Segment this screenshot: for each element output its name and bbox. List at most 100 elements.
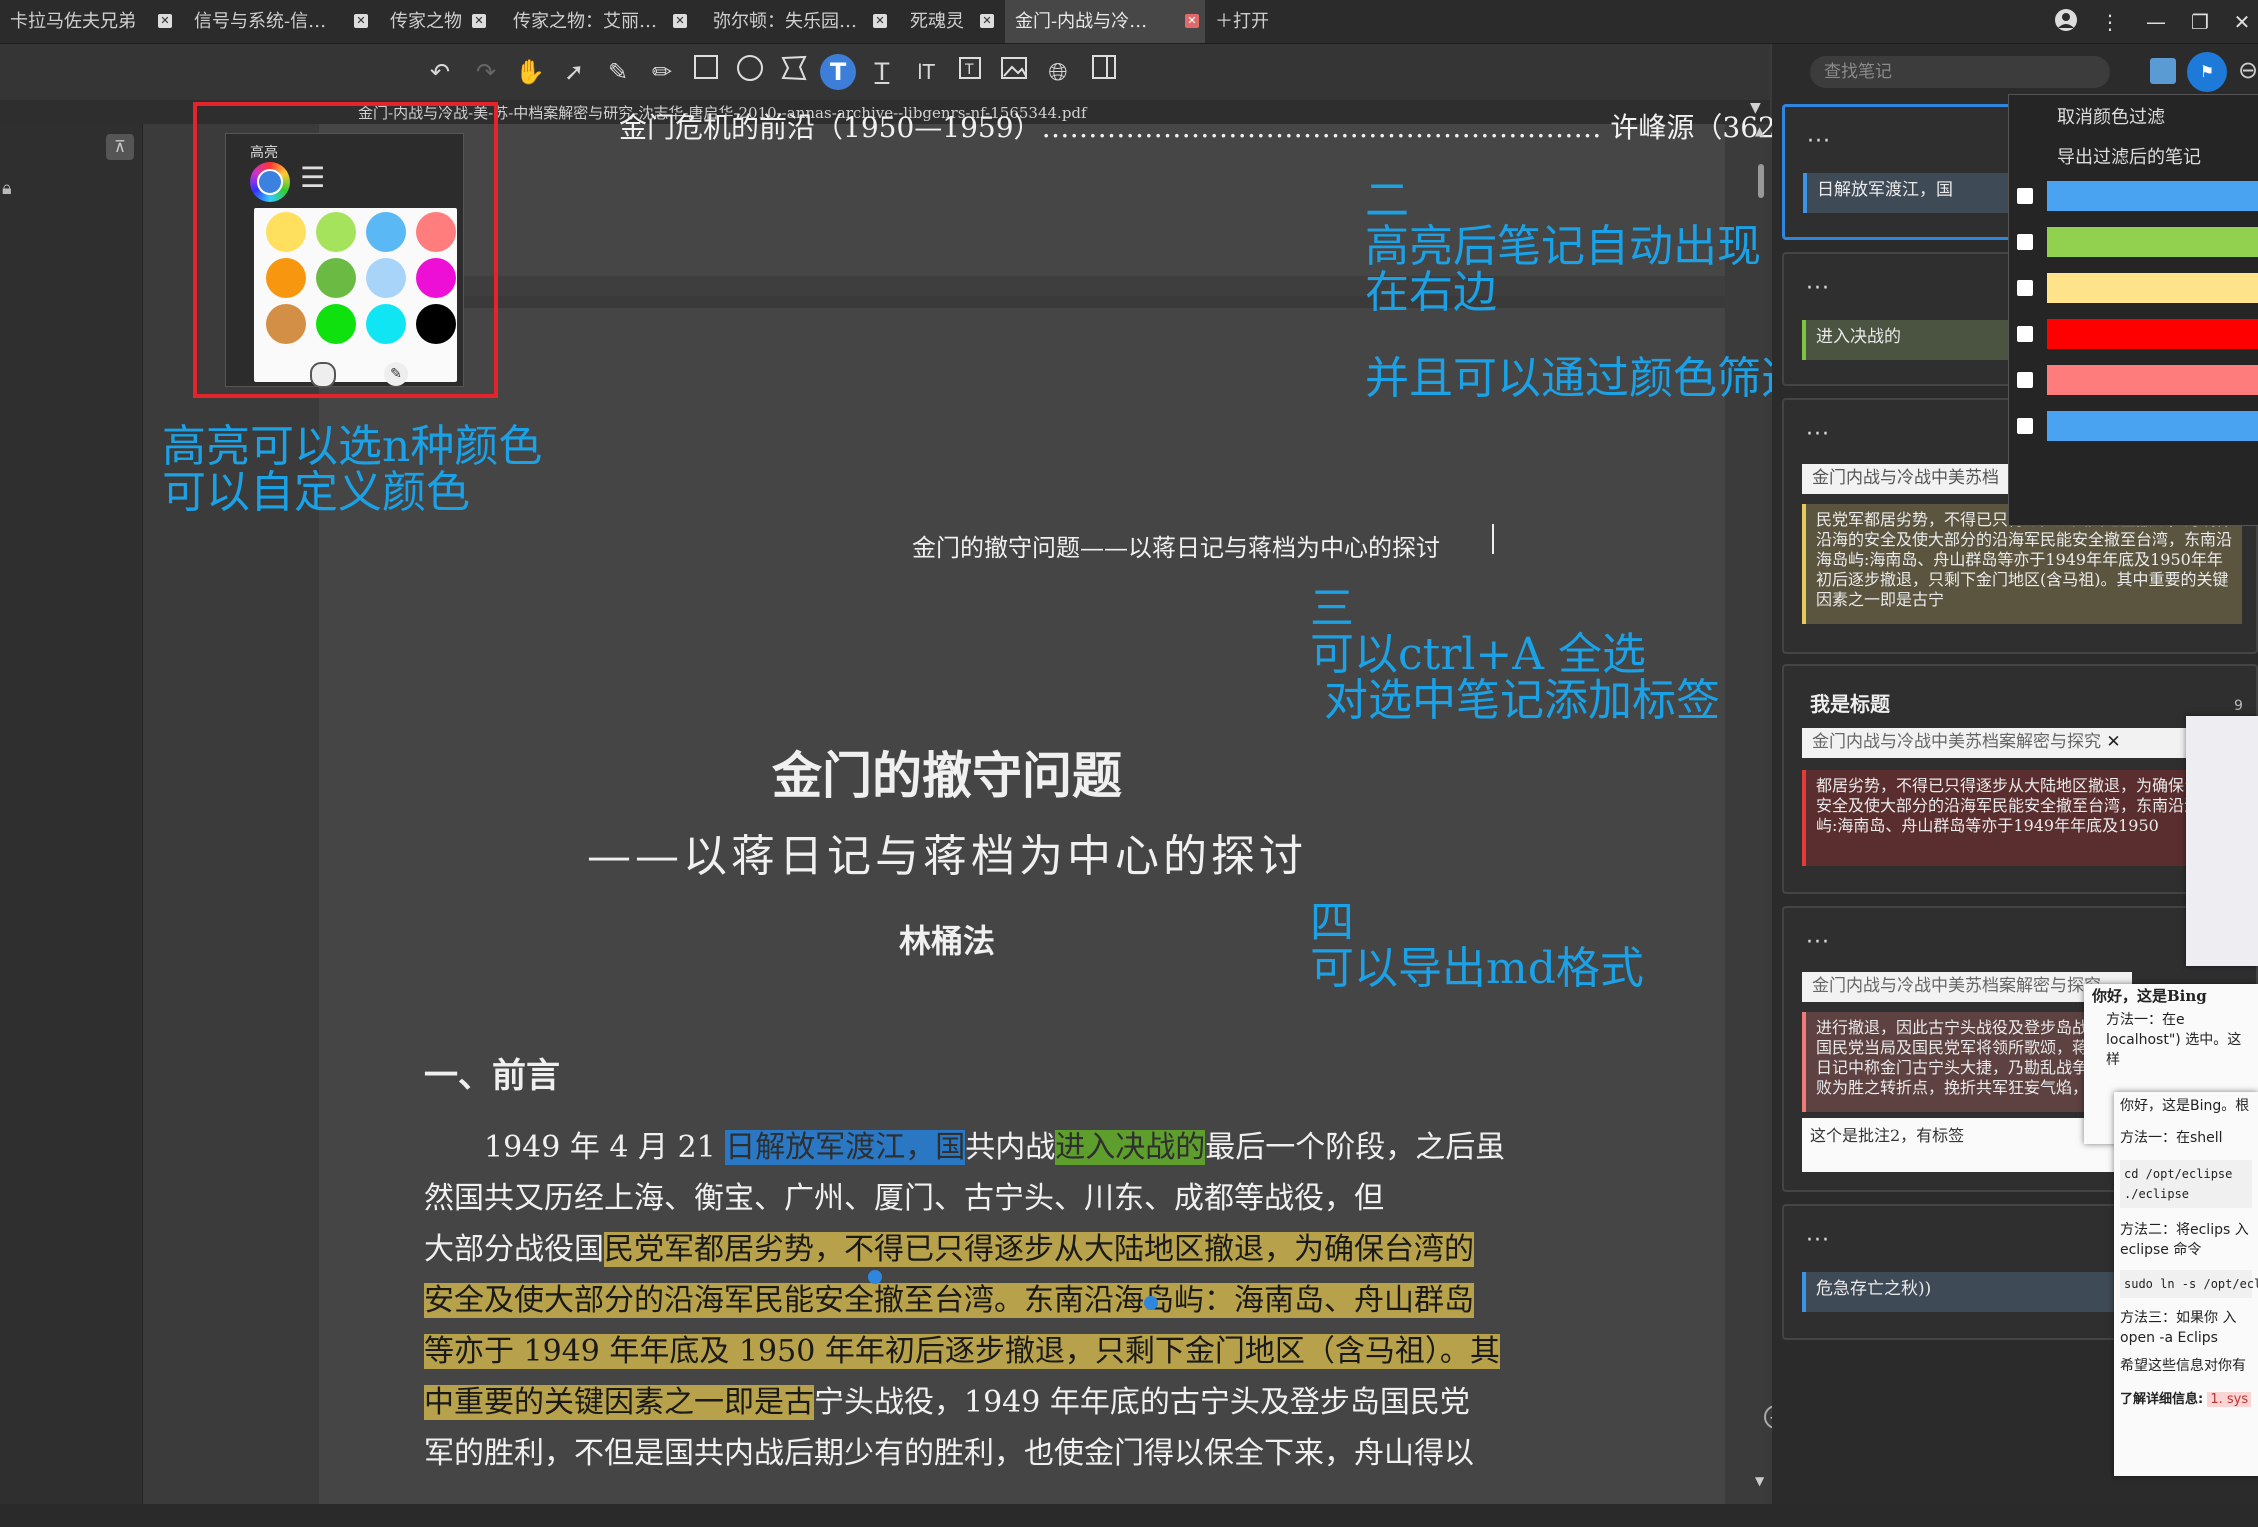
open-tab-button[interactable]: ＋打开 — [1205, 0, 1325, 43]
circle-icon[interactable] — [732, 54, 768, 90]
color-filter-checkbox[interactable] — [2017, 188, 2033, 204]
bing-method: 方法二：将eclips 入 eclipse 命令 — [2120, 1222, 2249, 1258]
tab-dead-souls[interactable]: 死魂灵 ✕ — [900, 0, 1000, 43]
color-filter-checkbox[interactable] — [2017, 418, 2033, 434]
filter-image-icon[interactable] — [2150, 58, 2176, 84]
minimize-icon[interactable]: — — [2142, 8, 2170, 36]
restore-icon[interactable]: ❐ — [2186, 8, 2214, 36]
globe-icon[interactable]: 🌐︎ — [1040, 54, 1076, 90]
close-tab-icon[interactable]: ✕ — [673, 14, 687, 28]
scroll-down-icon[interactable]: ▼ — [1755, 1474, 1764, 1488]
close-tab-icon[interactable]: ✕ — [873, 14, 887, 28]
tab-heirloom[interactable]: 传家之物 ✕ — [380, 0, 492, 43]
note-quote: 都居劣势，不得已只得逐步从大陆地区撤退，为确保台湾的安全及使大部分的沿海军民能安… — [1802, 770, 2242, 866]
svg-text:T: T — [964, 62, 974, 78]
highlighter-icon[interactable]: ✎ — [600, 54, 636, 90]
tab-karamazov[interactable]: 卡拉马佐夫兄弟 ✕ — [0, 0, 178, 43]
close-tab-icon[interactable]: ✕ — [158, 14, 172, 28]
note-comment[interactable]: 这个是批注2，有标签 — [1802, 1118, 2132, 1172]
annotation-one: 高亮可以选n种颜色 可以自定义颜色 — [162, 421, 543, 518]
highlight-yellow[interactable]: 民党军都居劣势，不得已只得逐步从大陆地区撤退，为确保台湾的 — [604, 1232, 1474, 1267]
export-filtered-notes[interactable]: 导出过滤后的笔记 — [2057, 143, 2201, 169]
lock-icon[interactable]: 🔒︎ — [2, 178, 12, 199]
tab-heirloom-2[interactable]: 传家之物：艾丽… ✕ — [503, 0, 693, 43]
tab-milton[interactable]: 弥尔顿：失乐园… ✕ — [703, 0, 893, 43]
color-filter-menu: 取消颜色过滤 导出过滤后的笔记 — [2008, 94, 2258, 526]
note-tag-label: 金门内战与冷战中美苏档案解密与探究 — [1812, 732, 2101, 752]
left-sidebar: ⊼ 🔒︎ — [0, 124, 143, 1504]
bing-greeting: 你好，这是Bing — [2092, 987, 2207, 1005]
toc-line: 金门危机的前沿（1950—1959）…………………………………………………… 许… — [619, 111, 1804, 144]
pencil-icon[interactable]: ✏ — [644, 54, 680, 90]
color-filter-checkbox[interactable] — [2017, 372, 2033, 388]
more-icon[interactable]: ⊖ — [2238, 56, 2258, 84]
highlight-yellow[interactable]: 安全及使大部分的沿海军民能安全撤至台湾。东南沿海岛屿：海南岛、舟山群岛 — [424, 1283, 1474, 1318]
text-run: 最后一个阶段，之后虽 — [1205, 1130, 1506, 1165]
color-filter-swatch[interactable] — [2047, 411, 2258, 441]
sidebar-toggle-icon[interactable] — [1086, 54, 1122, 90]
color-filter-swatch[interactable] — [2047, 227, 2258, 257]
bing-popup-2: 你好，这是Bing。根 方法一：在shell cd /opt/eclipse .… — [2114, 1092, 2258, 1476]
bing-more: 了解详细信息: 1. sys — [2120, 1390, 2252, 1410]
pointer-icon[interactable]: ➚ — [556, 54, 592, 90]
highlight-blue[interactable]: 日解放军渡江，国 — [725, 1130, 966, 1165]
notes-search-input[interactable]: 查找笔记 — [1810, 56, 2110, 88]
clear-color-filter[interactable]: 取消颜色过滤 — [2057, 103, 2165, 129]
bing-item: 方法一：在e localhost") 选中。这样 — [2106, 1012, 2242, 1068]
color-filter-swatch[interactable] — [2047, 319, 2258, 349]
close-tab-icon[interactable]: ✕ — [472, 14, 486, 28]
color-filter-checkbox[interactable] — [2017, 280, 2033, 296]
text-strike-icon[interactable]: lT — [908, 54, 944, 90]
color-filter-swatch[interactable] — [2047, 181, 2258, 211]
text-highlight-icon[interactable]: T — [820, 54, 856, 90]
close-window-icon[interactable]: ✕ — [2228, 8, 2256, 36]
highlight-yellow[interactable]: 等亦于 1949 年年底及 1950 年年初后逐步撤退，只剩下金门地区（含马祖）… — [424, 1334, 1500, 1369]
scroll-up-icon[interactable]: ▲ — [1755, 124, 1764, 138]
tag-filter-icon[interactable]: ⚑ — [2187, 52, 2227, 92]
tab-signals[interactable]: 信号与系统-信… ✕ — [184, 0, 374, 43]
close-tab-icon[interactable]: ✕ — [354, 14, 368, 28]
callout-highlight-box — [193, 102, 498, 398]
image-icon[interactable] — [996, 54, 1032, 90]
section-heading: 一、前言 — [424, 1056, 560, 1096]
highlight-yellow[interactable]: 中重要的关键因素之一即是古 — [424, 1385, 814, 1420]
color-filter-swatch[interactable] — [2047, 273, 2258, 303]
annotation-two: 二 高亮后笔记自动出现 在右边 — [1365, 175, 1761, 318]
text-line: 1949 年 4 月 21 日解放军渡江，国共内战进入决战的最后一个阶段，之后虽 — [484, 1122, 1505, 1173]
bing-link[interactable]: 1. sys — [2207, 1392, 2252, 1407]
note-menu-icon[interactable]: ··· — [1806, 930, 1830, 955]
hand-icon[interactable]: ✋ — [512, 54, 548, 90]
note-menu-icon[interactable]: ··· — [1807, 129, 1831, 154]
text-run: 大部分战役国 — [424, 1232, 604, 1267]
selection-handle-end[interactable] — [1144, 1296, 1158, 1310]
textbox-icon[interactable]: T — [952, 54, 988, 90]
highlight-green[interactable]: 进入决战的 — [1055, 1130, 1206, 1165]
note-tag[interactable]: 金门内战与冷战中美苏档案解密与探究 ✕ — [1802, 728, 2206, 758]
selection-handle-start[interactable] — [868, 1270, 882, 1284]
annotation-three: 三 可以ctrl+A 全选 对选中笔记添加标签 — [1310, 583, 1720, 726]
close-tab-icon[interactable]: ✕ — [980, 14, 994, 28]
tab-bar: 卡拉马佐夫兄弟 ✕ 信号与系统-信… ✕ 传家之物 ✕ 传家之物：艾丽… ✕ 弥尔顿：失… — [0, 0, 2258, 44]
close-tab-icon[interactable]: ✕ — [1185, 14, 1199, 28]
polygon-icon[interactable] — [776, 54, 812, 90]
text-underline-icon[interactable]: T — [864, 54, 900, 90]
redo-icon[interactable]: ↷ — [468, 54, 504, 90]
rectangle-icon[interactable] — [688, 54, 724, 90]
remove-tag-icon[interactable]: ✕ — [2106, 732, 2120, 752]
color-filter-checkbox[interactable] — [2017, 234, 2033, 250]
color-filter-checkbox[interactable] — [2017, 326, 2033, 342]
tab-label: 死魂灵 — [910, 11, 964, 32]
note-tag[interactable]: 金门内战与冷战中美苏档案解密与探究 — [1802, 972, 2132, 1002]
page-subtitle: ——以蒋日记与蒋档为中心的探讨 — [587, 831, 1307, 882]
color-filter-swatch[interactable] — [2047, 365, 2258, 395]
note-menu-icon[interactable]: ··· — [1806, 422, 1830, 447]
pin-icon[interactable]: ⊼ — [106, 134, 134, 160]
undo-icon[interactable]: ↶ — [422, 54, 458, 90]
note-menu-icon[interactable]: ··· — [1806, 1228, 1830, 1253]
tab-kinmen[interactable]: 金门-内战与冷… ✕ — [1005, 0, 1205, 43]
text-line: 然国共又历经上海、衡宝、广州、厦门、古宁头、川东、成都等战役，但 — [424, 1181, 1384, 1216]
note-menu-icon[interactable]: ··· — [1806, 276, 1830, 301]
more-vertical-icon[interactable]: ⋮ — [2096, 8, 2124, 36]
account-icon[interactable] — [2052, 8, 2080, 36]
status-bar — [0, 1504, 2258, 1527]
